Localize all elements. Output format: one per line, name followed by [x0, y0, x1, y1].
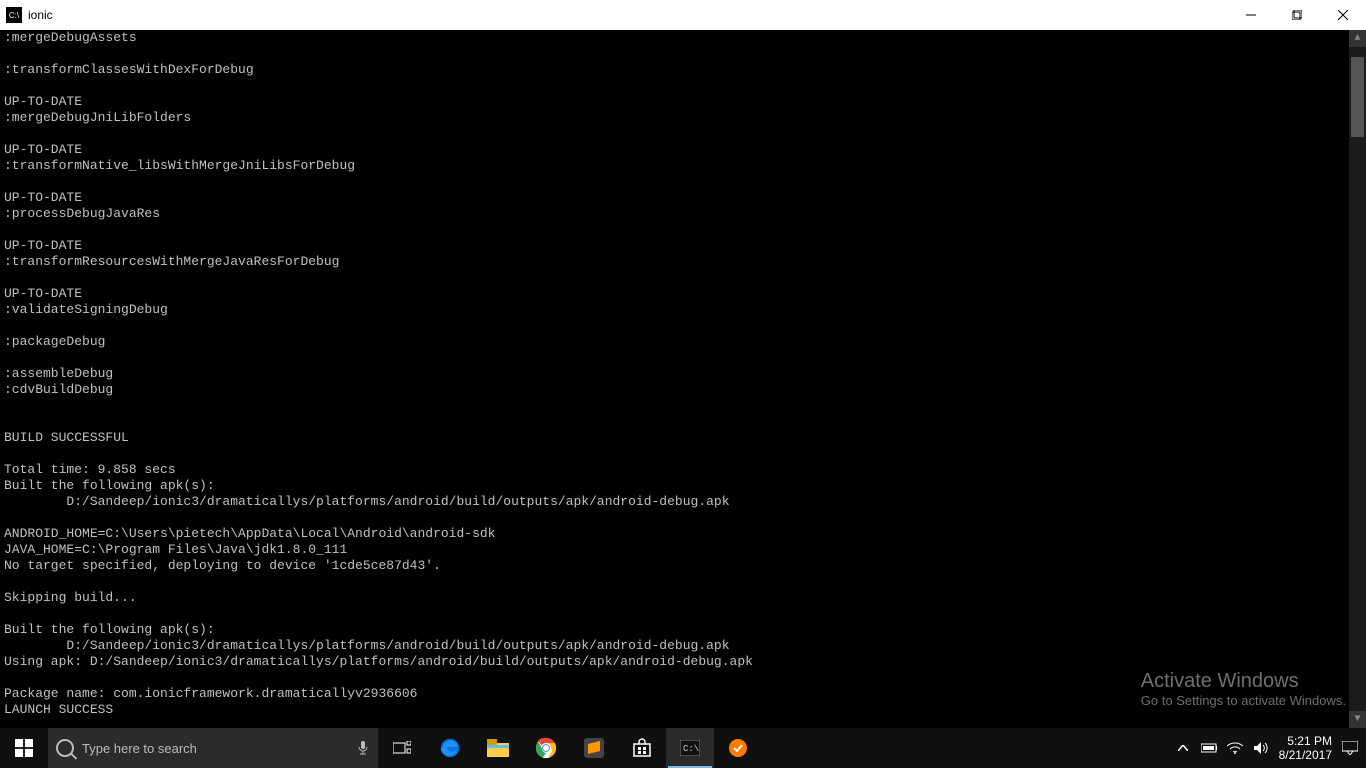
maximize-button[interactable]	[1274, 0, 1320, 30]
sublime-icon	[584, 738, 604, 758]
scroll-down-arrow[interactable]: ▼	[1349, 711, 1366, 728]
battery-icon[interactable]	[1201, 740, 1217, 756]
maximize-icon	[1292, 10, 1302, 20]
taskbar-app-edge[interactable]	[426, 728, 474, 768]
taskbar-pinned-apps: C:\	[378, 728, 762, 768]
minimize-icon	[1246, 10, 1256, 20]
scroll-track[interactable]	[1349, 47, 1366, 711]
windows-logo-icon	[15, 739, 33, 757]
tray-overflow-button[interactable]	[1175, 740, 1191, 756]
taskbar: Type here to search C:\	[0, 728, 1366, 768]
search-placeholder: Type here to search	[82, 741, 348, 756]
clock[interactable]: 5:21 PM 8/21/2017	[1279, 734, 1332, 762]
microphone-icon[interactable]	[356, 740, 370, 756]
date-text: 8/21/2017	[1279, 748, 1332, 762]
scroll-up-arrow[interactable]: ▲	[1349, 30, 1366, 47]
window-title: ionic	[28, 8, 53, 22]
terminal-icon: C:\	[680, 740, 700, 756]
time-text: 5:21 PM	[1279, 734, 1332, 748]
taskbar-app-cmd[interactable]: C:\	[666, 728, 714, 768]
svg-text:C:\: C:\	[683, 744, 699, 754]
putty-icon	[728, 738, 748, 758]
taskbar-app-file-explorer[interactable]	[474, 728, 522, 768]
taskbar-app-store[interactable]	[618, 728, 666, 768]
watermark-title: Activate Windows	[1141, 670, 1346, 693]
close-button[interactable]	[1320, 0, 1366, 30]
terminal-output[interactable]: :mergeDebugAssets :transformClassesWithD…	[0, 30, 1366, 728]
cmd-icon: C:\	[6, 7, 22, 23]
start-button[interactable]	[0, 728, 48, 768]
window-titlebar: C:\ ionic	[0, 0, 1366, 30]
scrollbar[interactable]: ▲ ▼	[1349, 30, 1366, 728]
notification-icon	[1342, 741, 1358, 755]
taskbar-app-sublime[interactable]	[570, 728, 618, 768]
task-view-icon	[393, 741, 411, 755]
folder-icon	[487, 739, 509, 757]
search-box[interactable]: Type here to search	[48, 728, 378, 768]
action-center-button[interactable]	[1342, 740, 1358, 756]
chevron-up-icon	[1178, 745, 1188, 751]
minimize-button[interactable]	[1228, 0, 1274, 30]
wifi-icon[interactable]	[1227, 740, 1243, 756]
scroll-thumb[interactable]	[1351, 57, 1364, 137]
terminal-text: :mergeDebugAssets :transformClassesWithD…	[4, 30, 1362, 718]
edge-icon	[439, 737, 461, 759]
cortana-icon	[56, 739, 74, 757]
watermark-subtitle: Go to Settings to activate Windows.	[1141, 693, 1346, 708]
chrome-icon	[535, 737, 557, 759]
store-icon	[632, 738, 652, 758]
system-tray: 5:21 PM 8/21/2017	[1167, 728, 1366, 768]
activate-windows-watermark: Activate Windows Go to Settings to activ…	[1141, 670, 1346, 708]
window-controls	[1228, 0, 1366, 30]
taskbar-app-putty[interactable]	[714, 728, 762, 768]
close-icon	[1338, 10, 1348, 20]
volume-icon[interactable]	[1253, 740, 1269, 756]
task-view-button[interactable]	[378, 728, 426, 768]
taskbar-app-chrome[interactable]	[522, 728, 570, 768]
